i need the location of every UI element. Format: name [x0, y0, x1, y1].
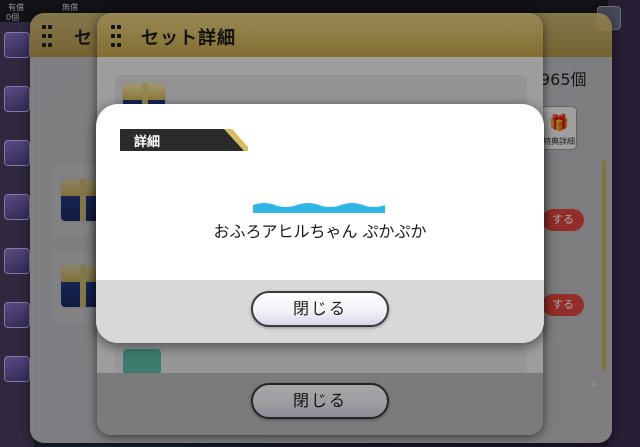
detail-close-button[interactable]: 閉じる [251, 291, 389, 327]
detail-footer: 閉じる [96, 280, 544, 343]
item-detail-dialog: 詳細 おふろアヒルちゃん ぷかぷか 閉じる [96, 104, 544, 343]
wave-icon [253, 203, 385, 213]
item-name: おふろアヒルちゃん ぷかぷか [213, 222, 427, 241]
detail-tag: 詳細 [120, 129, 248, 151]
detail-tag-label: 詳細 [134, 135, 161, 150]
